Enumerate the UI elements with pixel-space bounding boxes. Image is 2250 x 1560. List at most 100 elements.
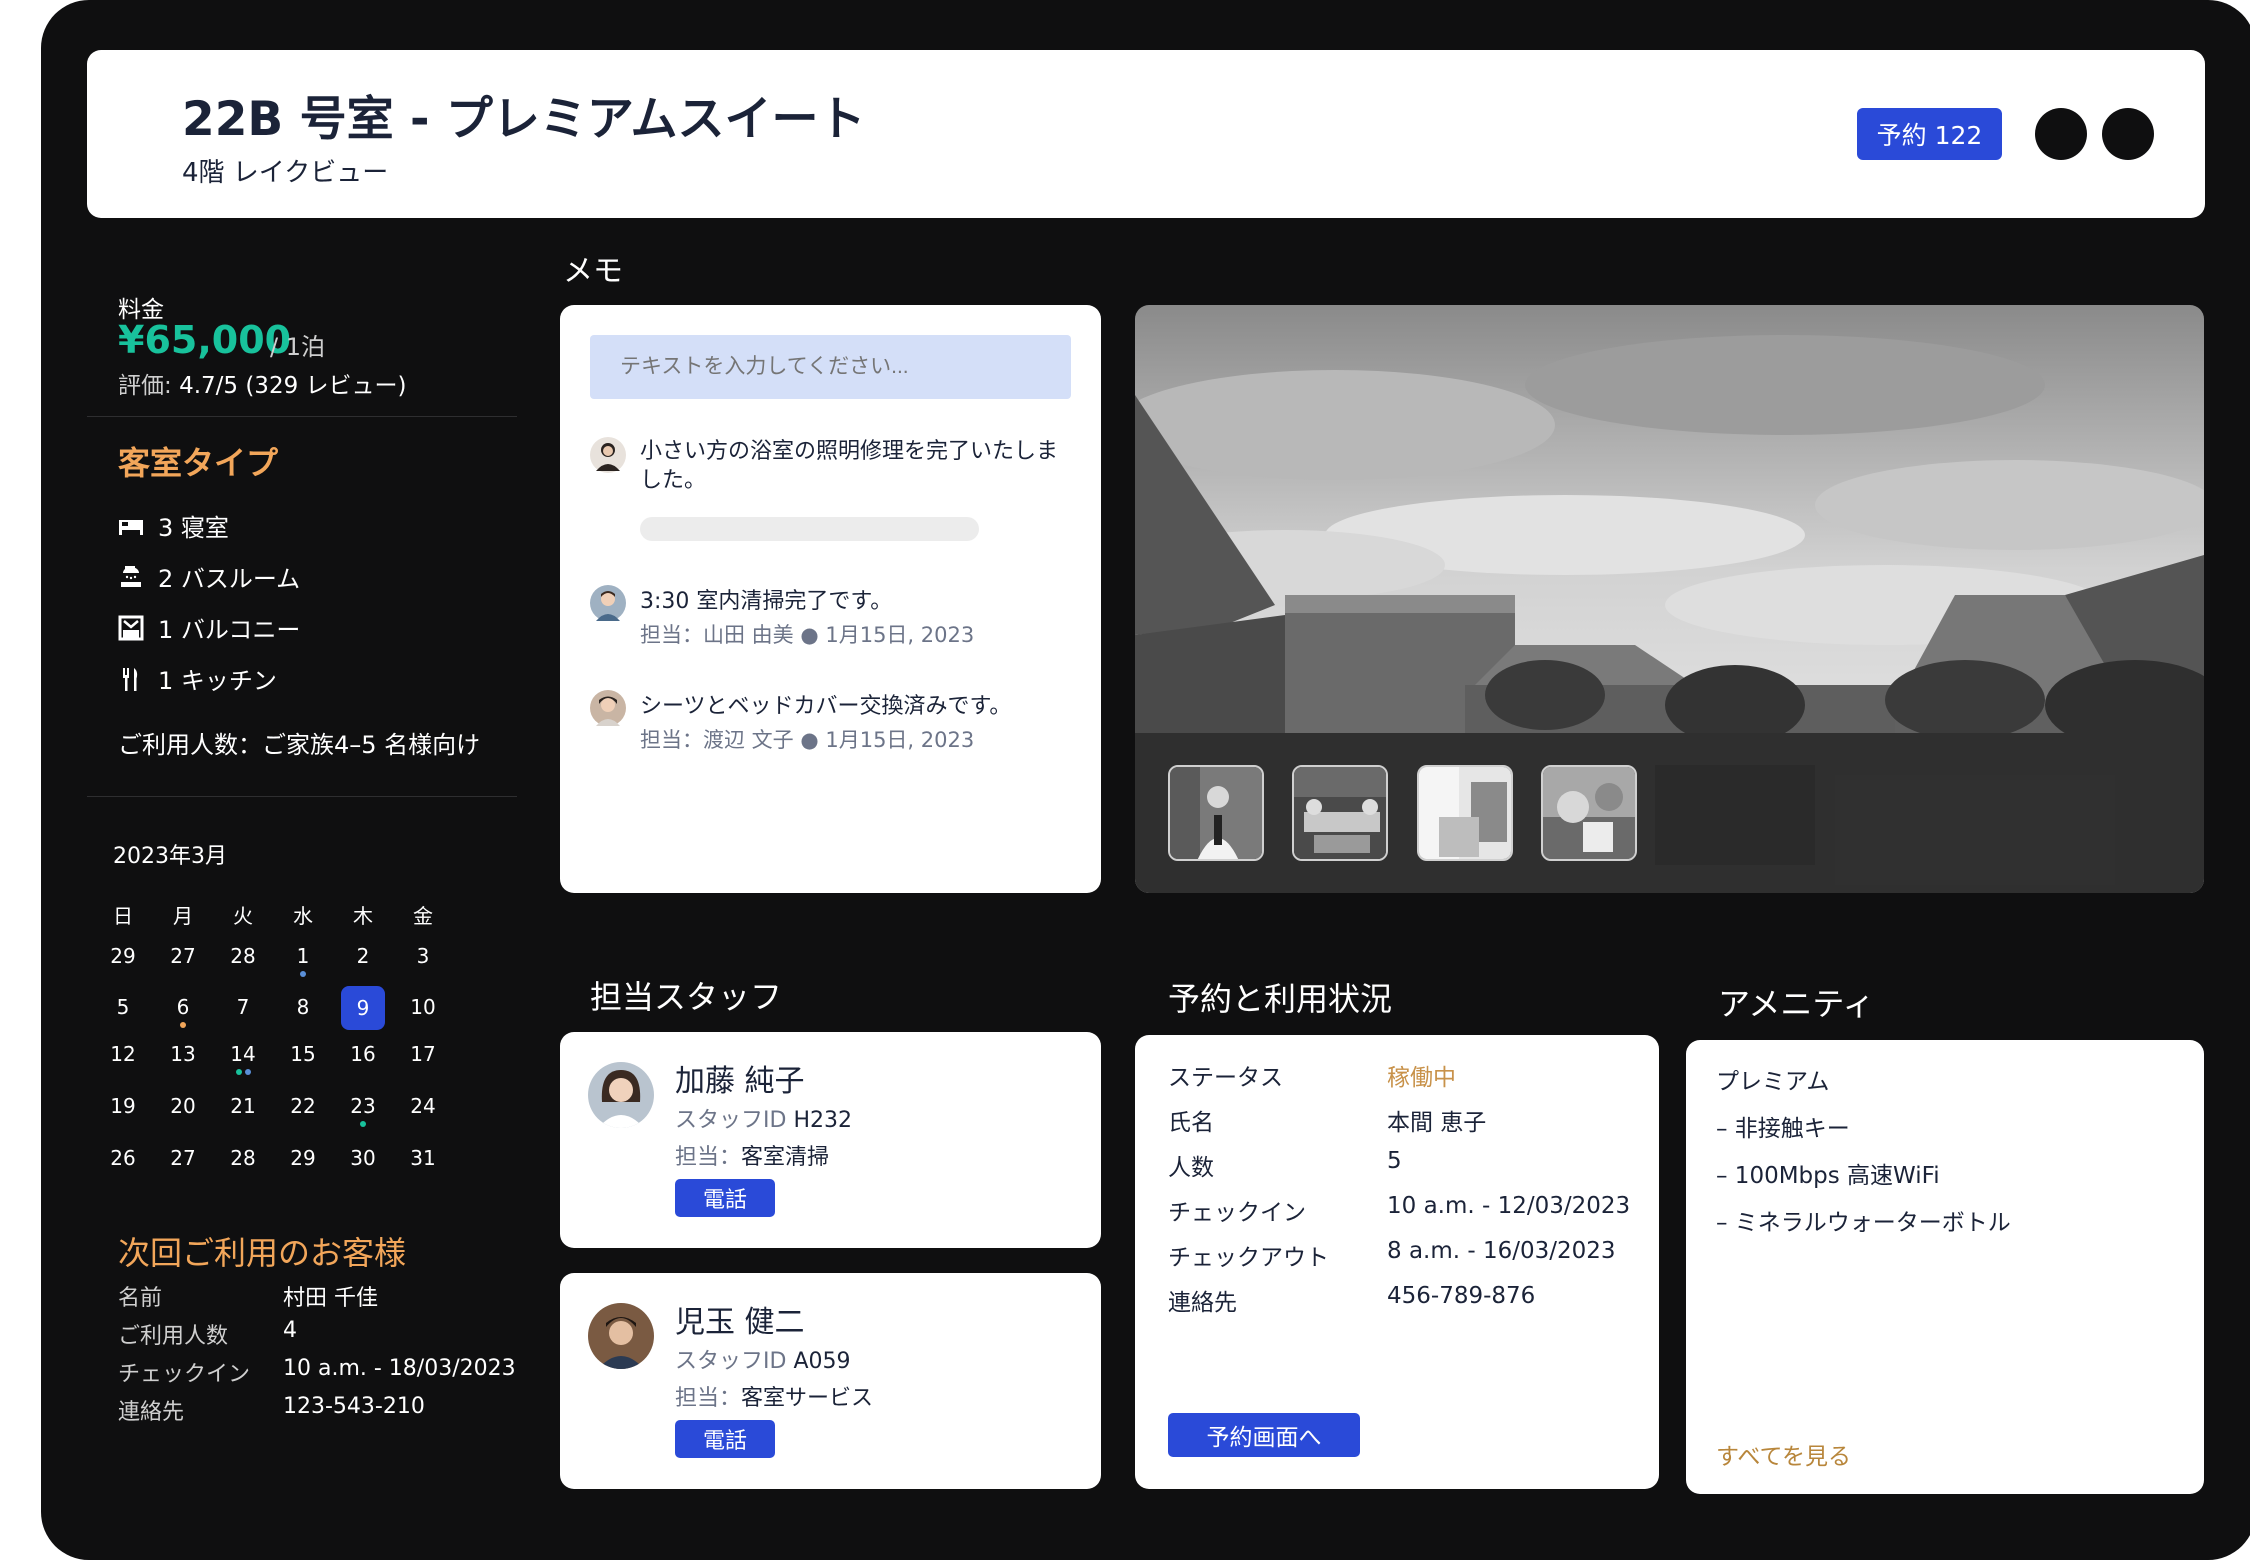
- photo-thumbnail[interactable]: [1168, 765, 1264, 861]
- staff-name: 児玉 健二: [675, 1305, 805, 1340]
- next-guest-key: チェックイン: [118, 1362, 251, 1387]
- next-guest-key: 名前: [118, 1286, 163, 1311]
- reservation-key: ステータス: [1168, 1065, 1283, 1091]
- calendar-day[interactable]: 22: [278, 1094, 328, 1118]
- calendar-day[interactable]: 5: [98, 995, 148, 1019]
- memo-input[interactable]: [590, 335, 1071, 399]
- next-guest-title: 次回ご利用のお客様: [118, 1234, 407, 1272]
- amenities-card: プレミアム – 非接触キー – 100Mbps 高速WiFi – ミネラルウォー…: [1686, 1040, 2204, 1494]
- memo-meta: 担当：渡辺 文子 ● 1月15日, 2023: [640, 728, 975, 752]
- calendar-day[interactable]: 23: [338, 1094, 388, 1118]
- staff-role-value: 客室清掃: [741, 1145, 830, 1170]
- call-button[interactable]: 電話: [675, 1179, 775, 1217]
- next-guest-key: 連絡先: [118, 1400, 185, 1425]
- calendar-day[interactable]: 29: [278, 1146, 328, 1170]
- memo-meta: 担当：山田 由美 ● 1月15日, 2023: [640, 623, 975, 647]
- reservation-guest-count: 5: [1387, 1148, 1402, 1174]
- calendar-event-dot: [360, 1121, 366, 1127]
- staff-role: 担当：客室サービス: [675, 1380, 873, 1412]
- calendar-day[interactable]: 7: [218, 995, 268, 1019]
- staff-id-value: A059: [793, 1349, 851, 1374]
- amenities-heading: アメニティ: [1718, 985, 1875, 1023]
- feature-label: 2 バスルーム: [158, 565, 301, 593]
- bed-icon: [118, 513, 144, 539]
- calendar-day[interactable]: 13: [158, 1042, 208, 1066]
- memo-note: 小さい方の浴室の照明修理を完了いたしました。: [640, 439, 1059, 493]
- calendar-weekday: 水: [293, 904, 313, 928]
- shower-icon: [118, 564, 144, 590]
- rating-label: 評価:: [118, 373, 172, 399]
- feature-kitchen: 1 キッチン: [118, 661, 277, 696]
- calendar-day[interactable]: 21: [218, 1094, 268, 1118]
- calendar-day[interactable]: 6: [158, 995, 208, 1019]
- calendar-day[interactable]: 15: [278, 1042, 328, 1066]
- price-unit: / 1泊: [270, 333, 325, 361]
- photo-thumbnail[interactable]: [1292, 765, 1388, 861]
- staff-id-label: スタッフID: [675, 1108, 787, 1133]
- room-subtitle: 4階 レイクビュー: [182, 158, 389, 188]
- see-all-link[interactable]: すべてを見る: [1716, 1437, 1851, 1471]
- go-to-reservation-button[interactable]: 予約画面へ: [1168, 1413, 1360, 1457]
- header-menu-icon[interactable]: [2102, 108, 2154, 160]
- staff-role-label: 担当：: [675, 1145, 742, 1170]
- reservation-key: 人数: [1168, 1155, 1214, 1181]
- calendar-event-dot: [180, 1022, 186, 1028]
- reservation-card: ステータス 稼働中 氏名 本間 恵子 人数 5 チェックイン 10 a.m. -…: [1135, 1035, 1659, 1489]
- next-guest-name: 村田 千佳: [283, 1286, 378, 1311]
- calendar-day[interactable]: 8: [278, 995, 328, 1019]
- calendar-event-dot: [244, 1069, 251, 1075]
- call-button[interactable]: 電話: [675, 1420, 775, 1458]
- memo-placeholder-bar: [640, 517, 979, 541]
- calendar-day[interactable]: 20: [158, 1094, 208, 1118]
- calendar-event-dot: [235, 1069, 242, 1075]
- avatar: [588, 1303, 654, 1369]
- calendar-day[interactable]: 12: [98, 1042, 148, 1066]
- calendar-day[interactable]: 26: [98, 1146, 148, 1170]
- calendar-day[interactable]: 29: [98, 944, 148, 968]
- calendar-day[interactable]: 14: [218, 1042, 268, 1066]
- calendar-weekday: 木: [353, 904, 373, 928]
- calendar-day[interactable]: 10: [398, 995, 448, 1019]
- calendar-day[interactable]: 28: [218, 1146, 268, 1170]
- room-title: 22B 号室 - プレミアムスイート: [182, 92, 866, 147]
- reservation-status: 稼働中: [1387, 1065, 1456, 1091]
- staff-id: スタッフID H232: [675, 1102, 852, 1134]
- calendar-day[interactable]: 16: [338, 1042, 388, 1066]
- staff-name: 加藤 純子: [675, 1064, 805, 1099]
- reservation-key: チェックアウト: [1168, 1245, 1329, 1271]
- photo-thumbnail[interactable]: [1417, 765, 1513, 861]
- calendar-month: 2023年3月: [113, 844, 227, 869]
- calendar-weekday: 月: [173, 904, 193, 928]
- divider: [87, 796, 517, 797]
- calendar-day[interactable]: 3: [398, 944, 448, 968]
- avatar: [590, 585, 626, 621]
- calendar-day[interactable]: 24: [398, 1094, 448, 1118]
- calendar-day[interactable]: 31: [398, 1146, 448, 1170]
- price-value: ¥65,000: [118, 318, 292, 362]
- calendar-day[interactable]: 2: [338, 944, 388, 968]
- rating-value: 4.7/5 (329 レビュー): [179, 373, 407, 399]
- next-guest-key: ご利用人数: [118, 1324, 229, 1349]
- feature-label: 1 バルコニー: [158, 616, 301, 644]
- room-photo[interactable]: [1135, 305, 2204, 893]
- divider: [87, 416, 517, 417]
- calendar-weekday: 金: [413, 904, 433, 928]
- calendar-day[interactable]: 19: [98, 1094, 148, 1118]
- header-action-icon[interactable]: [2035, 108, 2087, 160]
- reservation-key: チェックイン: [1168, 1200, 1306, 1226]
- reservation-contact: 456-789-876: [1387, 1283, 1536, 1309]
- calendar-day[interactable]: 27: [158, 944, 208, 968]
- room-type-title: 客室タイプ: [118, 444, 279, 482]
- next-guest-checkin: 10 a.m. - 18/03/2023: [283, 1356, 516, 1381]
- staff-card: 児玉 健二 スタッフID A059 担当：客室サービス 電話: [560, 1273, 1101, 1489]
- calendar-day[interactable]: 1: [278, 944, 328, 968]
- calendar-event-dot: [300, 971, 306, 977]
- calendar-day-selected[interactable]: 9: [341, 986, 385, 1030]
- calendar-day[interactable]: 30: [338, 1146, 388, 1170]
- booking-badge[interactable]: 予約 122: [1857, 108, 2002, 160]
- calendar-day[interactable]: 28: [218, 944, 268, 968]
- photo-thumbnail[interactable]: [1541, 765, 1637, 861]
- calendar-weekday: 日: [113, 904, 133, 928]
- calendar-day[interactable]: 27: [158, 1146, 208, 1170]
- calendar-day[interactable]: 17: [398, 1042, 448, 1066]
